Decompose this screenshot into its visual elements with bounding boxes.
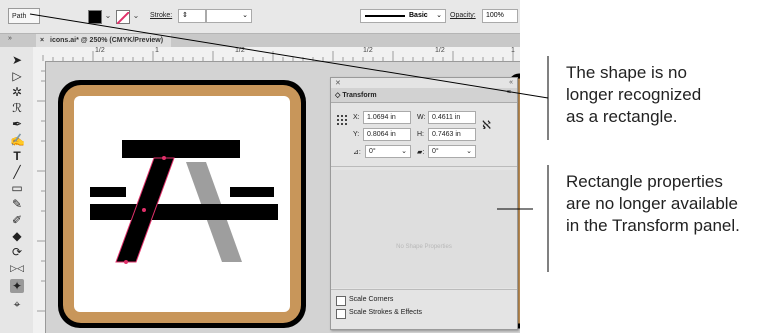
shear-field[interactable]: 0° ⌄ [428,145,476,158]
callout-line: are no longer available [566,194,739,213]
opacity-label[interactable]: Opacity: [450,12,476,19]
rotate-angle-icon: ⊿: [353,149,361,156]
stroke-dropdown-icon[interactable]: ⌄ [131,9,141,23]
divider [331,166,517,167]
illustrator-screenshot: Path ⌄ ⌄ Stroke: ⇕ ⌄ Basic ⌄ Opacity: 10… [0,0,520,333]
divider [331,289,517,290]
panel-collapse-icon[interactable]: » [8,35,12,42]
callout-properties-unavailable: Rectangle properties are no longer avail… [566,171,740,237]
h-field[interactable]: 0.7463 in [428,128,476,141]
x-field[interactable]: 1.0694 in [363,111,411,124]
y-field[interactable]: 0.8064 in [363,128,411,141]
constrain-proportions-icon[interactable]: ℵ [482,118,491,132]
width-tool-icon[interactable]: ✦ [10,279,24,293]
stepper-icon[interactable]: ⇕ [182,12,188,19]
direct-selection-tool-icon[interactable]: ▷ [10,69,24,83]
reference-point-icon[interactable] [337,112,347,125]
ruler-label: 1/2 [95,47,105,54]
fill-dropdown-icon[interactable]: ⌄ [103,9,113,23]
x-label: X: [353,114,360,121]
anchor-point[interactable] [124,260,128,264]
eraser-tool-icon[interactable]: ◆ [10,229,24,243]
reflect-tool-icon[interactable]: ▷◁ [10,261,24,275]
stroke-style-label: Basic [409,12,428,19]
rotate-field[interactable]: 0° ⌄ [365,145,411,158]
document-title: icons.ai* @ 250% (CMYK/Preview) [50,37,164,44]
stroke-line-preview [365,15,405,17]
panel-title: Transform [342,92,377,99]
no-shape-properties-text: No Shape Properties [396,244,452,250]
shear-value: 0° [432,148,439,155]
chevron-down-icon: ⌄ [466,148,472,155]
pen-tool-icon[interactable]: ✒ [10,117,24,131]
curvature-tool-icon[interactable]: ✍ [10,133,25,147]
no-stroke-icon [116,11,130,25]
right-bench [230,187,274,197]
ruler-label: 1/2 [235,47,245,54]
anchor-point[interactable] [142,208,146,212]
callout-line: The shape is no [566,63,687,82]
close-icon[interactable]: × [40,37,44,44]
left-bench [90,187,126,197]
chevron-down-icon: ⌄ [242,12,248,19]
collapse-icon[interactable]: « [509,79,513,86]
type-tool-icon[interactable]: T [10,149,24,163]
rotate-tool-icon[interactable]: ⟳ [10,245,24,259]
scale-strokes-label: Scale Strokes & Effects [349,309,423,316]
y-label: Y: [353,131,360,138]
ruler-label: 1/2 [363,47,373,54]
ruler-ticks [42,51,514,61]
stroke-weight-field[interactable]: ⇕ [178,9,206,23]
document-tab[interactable]: × icons.ai* @ 250% (CMYK/Preview) [36,34,172,47]
transform-panel-header: ◇ Transform ≡ [331,88,517,103]
path-label: Path [8,8,40,24]
panel-tab[interactable]: ◇ Transform [335,91,377,99]
lasso-tool-icon[interactable]: ℛ [10,101,24,115]
scale-corners-checkbox[interactable] [336,296,346,306]
chevron-down-icon: ⌄ [436,12,442,19]
chevron-down-icon: ⌄ [401,148,407,155]
tools-panel: ➤ ▷ ✲ ℛ ✒ ✍ T ╱ ▭ ✎ ✐ ◆ ⟳ ▷◁ ✦ ⌖ [0,47,34,333]
stroke-label[interactable]: Stroke: [150,12,172,19]
scale-corners-label: Scale Corners [349,296,394,303]
control-bar: Path ⌄ ⌄ Stroke: ⇕ ⌄ Basic ⌄ Opacity: 10… [0,0,520,34]
vertical-ruler [33,61,46,333]
close-icon[interactable]: ✕ [335,79,341,87]
w-label: W: [417,114,426,121]
callout-line: as a rectangle. [566,107,678,126]
table-top [122,140,240,158]
shaper-tool-icon[interactable]: ✐ [10,213,24,227]
panel-menu-icon[interactable]: ≡ [507,89,511,96]
ruler-label: 1 [155,47,159,54]
rotate-value: 0° [369,148,376,155]
vertical-ruler-ticks [37,70,45,312]
anchor-point[interactable] [162,156,166,160]
callout-line: Rectangle properties [566,172,723,191]
callout-line: in the Transform panel. [566,216,740,235]
stroke-swatch[interactable] [116,10,130,25]
w-field[interactable]: 0.4611 in [428,111,476,124]
opacity-field[interactable]: 100% [482,9,518,23]
ruler-label: 1 [511,47,515,54]
scale-strokes-checkbox[interactable] [336,309,346,319]
h-label: H: [417,131,424,138]
bench-bar [90,204,278,220]
shear-icon: ▰: [417,149,425,156]
shape-properties-area: No Shape Properties [331,170,517,288]
callout-shape-not-rectangle: The shape is no longer recognized as a r… [566,62,701,128]
document-tab-strip: » × icons.ai* @ 250% (CMYK/Preview) [0,34,520,47]
free-transform-tool-icon[interactable]: ⌖ [10,297,24,311]
callout-line: longer recognized [566,85,702,104]
rectangle-tool-icon[interactable]: ▭ [10,181,24,195]
magic-wand-tool-icon[interactable]: ✲ [10,85,24,99]
fill-swatch[interactable] [88,10,102,24]
paintbrush-tool-icon[interactable]: ✎ [10,197,24,211]
selection-tool-icon[interactable]: ➤ [10,53,24,67]
stroke-weight-dropdown[interactable]: ⌄ [206,9,252,23]
transform-panel: ✕ « ◇ Transform ≡ X: 1.0694 in W: 0.4611… [330,77,518,330]
ruler-label: 1/2 [435,47,445,54]
line-tool-icon[interactable]: ╱ [10,165,24,179]
stroke-style-select[interactable]: Basic ⌄ [360,9,446,23]
horizontal-ruler: 1/2 1 1/2 1/2 1/2 1 [33,47,520,62]
